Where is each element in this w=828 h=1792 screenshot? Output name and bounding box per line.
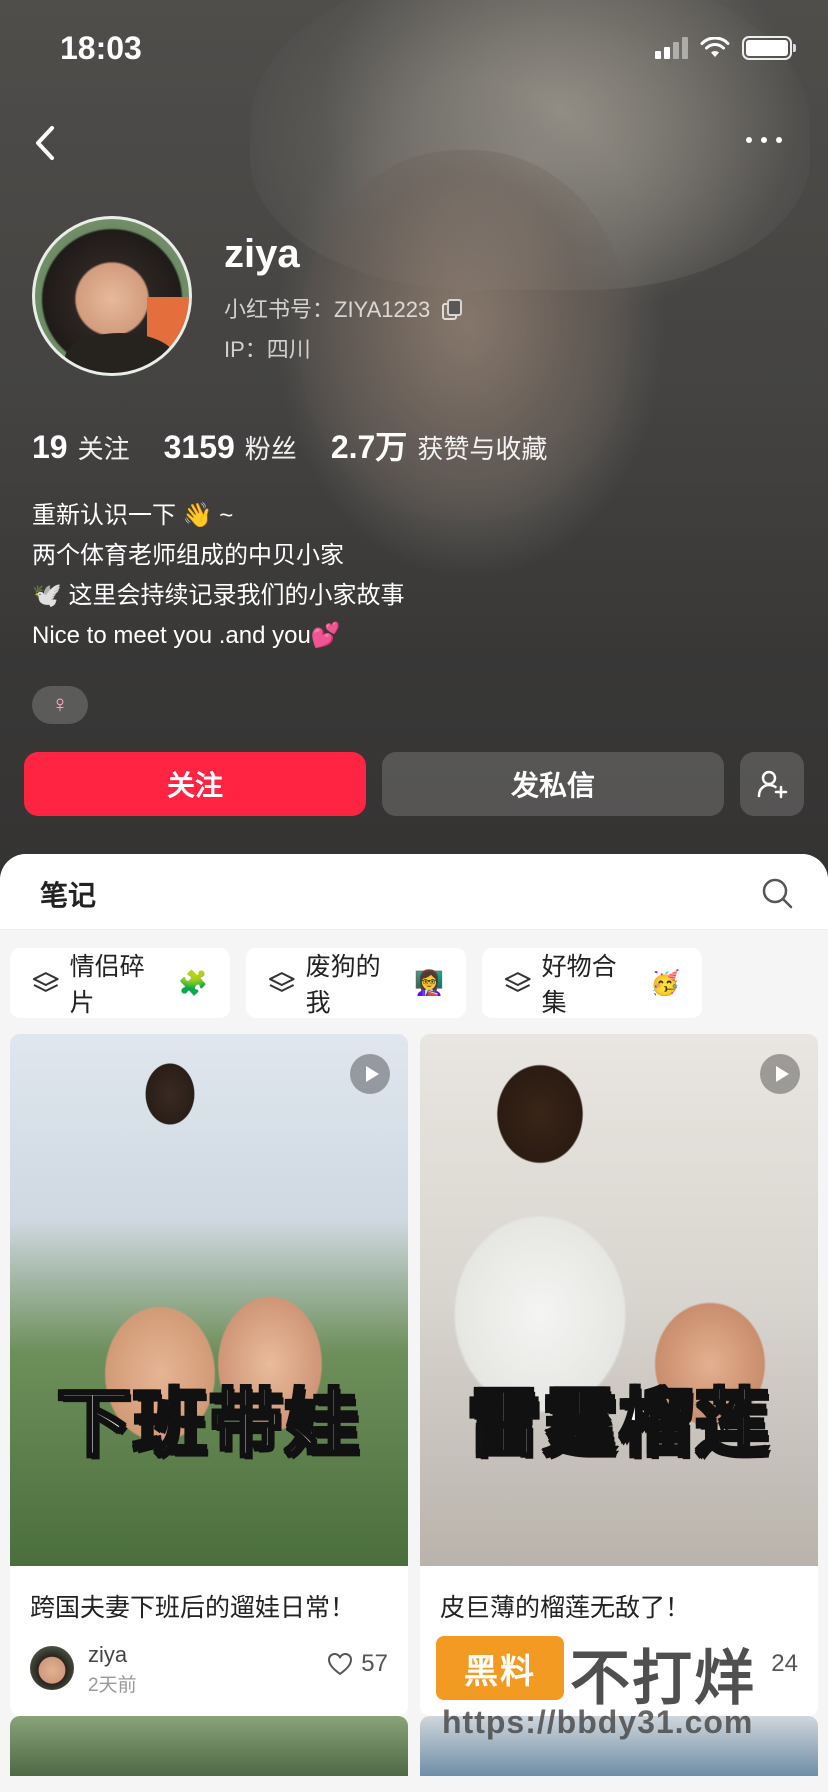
profile-name: ziya: [224, 232, 300, 276]
content-sheet: 笔记 情侣碎片 🧩 废狗的我 👩‍🏫: [0, 854, 828, 1792]
cellular-signal-icon: [655, 37, 688, 59]
note-cover-image: 下班带娃: [10, 1034, 408, 1566]
status-time: 18:03: [60, 30, 142, 66]
profile-redbook-id: 小红书号：ZIYA1223: [224, 297, 431, 322]
video-play-icon: [350, 1054, 390, 1094]
profile-ip-location: IP：四川: [224, 337, 311, 362]
note-cover-text: 雷霆榴莲: [466, 1381, 771, 1467]
author-avatar[interactable]: [30, 1646, 74, 1690]
search-icon[interactable]: [760, 876, 794, 910]
stat-followers[interactable]: 3159 粉丝: [164, 429, 297, 466]
bio-line: 🕊️ 这里会持续记录我们的小家故事: [32, 582, 405, 609]
note-cover-text: 下班带娃: [56, 1381, 361, 1467]
note-cover-image: 雷霆榴莲: [420, 1034, 818, 1566]
profile-stats: 19 关注 3159 粉丝 2.7万 获赞与收藏: [32, 422, 547, 468]
collection-item[interactable]: 好物合集 🥳: [482, 948, 702, 1018]
layers-icon: [32, 972, 59, 992]
profile-bio: 重新认识一下 👋 ~ 两个体育老师组成的中贝小家 🕊️ 这里会持续记录我们的小家…: [32, 496, 405, 656]
copy-icon[interactable]: [442, 299, 463, 320]
like-button[interactable]: 57: [327, 1650, 388, 1678]
note-title: 皮巨薄的榴莲无敌了！: [440, 1594, 691, 1622]
note-card-peek[interactable]: [420, 1716, 818, 1776]
status-bar: 18:03: [0, 0, 828, 100]
stat-likes-and-collections[interactable]: 2.7万 获赞与收藏: [331, 422, 548, 468]
heart-icon: [328, 1653, 353, 1675]
like-count: 57: [361, 1650, 388, 1677]
tab-bar: 笔记: [0, 854, 828, 930]
puzzle-emoji-icon: 🧩: [178, 969, 208, 997]
note-card[interactable]: 下班带娃 跨国夫妻下班后的遛娃日常！ ziya 2天前 57: [10, 1034, 408, 1716]
like-button[interactable]: 24: [771, 1650, 798, 1678]
layers-icon: [504, 972, 531, 992]
collection-item[interactable]: 废狗的我 👩‍🏫: [246, 948, 466, 1018]
note-card-peek[interactable]: [10, 1716, 408, 1776]
add-friend-button[interactable]: [740, 752, 804, 816]
teacher-emoji-icon: 👩‍🏫: [414, 969, 444, 997]
bio-line: Nice to meet you .and you💕: [32, 622, 341, 649]
bio-line: 两个体育老师组成的中贝小家: [32, 542, 344, 569]
collections-row: 情侣碎片 🧩 废狗的我 👩‍🏫 好物合集 🥳: [10, 948, 702, 1018]
profile-avatar[interactable]: [32, 216, 192, 376]
more-options-button[interactable]: [746, 128, 794, 152]
send-message-button[interactable]: 发私信: [382, 752, 724, 816]
gender-female-icon: ♀: [32, 686, 88, 724]
like-count: 24: [771, 1650, 798, 1677]
layers-icon: [268, 972, 295, 992]
author-avatar[interactable]: [440, 1646, 484, 1690]
note-card[interactable]: 雷霆榴莲 皮巨薄的榴莲无敌了！ ziya 24: [420, 1034, 818, 1716]
collection-item[interactable]: 情侣碎片 🧩: [10, 948, 230, 1018]
follow-button[interactable]: 关注: [24, 752, 366, 816]
video-play-icon: [760, 1054, 800, 1094]
profile-id-row: 小红书号：ZIYA1223: [224, 292, 463, 324]
battery-icon: [742, 36, 796, 60]
party-face-emoji-icon: 🥳: [650, 969, 680, 997]
chevron-left-icon: [36, 126, 54, 160]
note-author: ziya: [88, 1642, 128, 1667]
add-user-icon: [757, 770, 788, 799]
stat-following[interactable]: 19 关注: [32, 429, 130, 466]
note-author: ziya: [498, 1642, 538, 1667]
note-title: 跨国夫妻下班后的遛娃日常！: [30, 1594, 356, 1622]
back-button[interactable]: [28, 118, 68, 168]
wifi-icon: [700, 37, 730, 57]
note-time: 2天前: [88, 1675, 137, 1696]
more-dots-icon: [746, 137, 752, 143]
bio-line: 重新认识一下 👋 ~: [32, 502, 234, 529]
tab-notes[interactable]: 笔记: [40, 874, 96, 914]
